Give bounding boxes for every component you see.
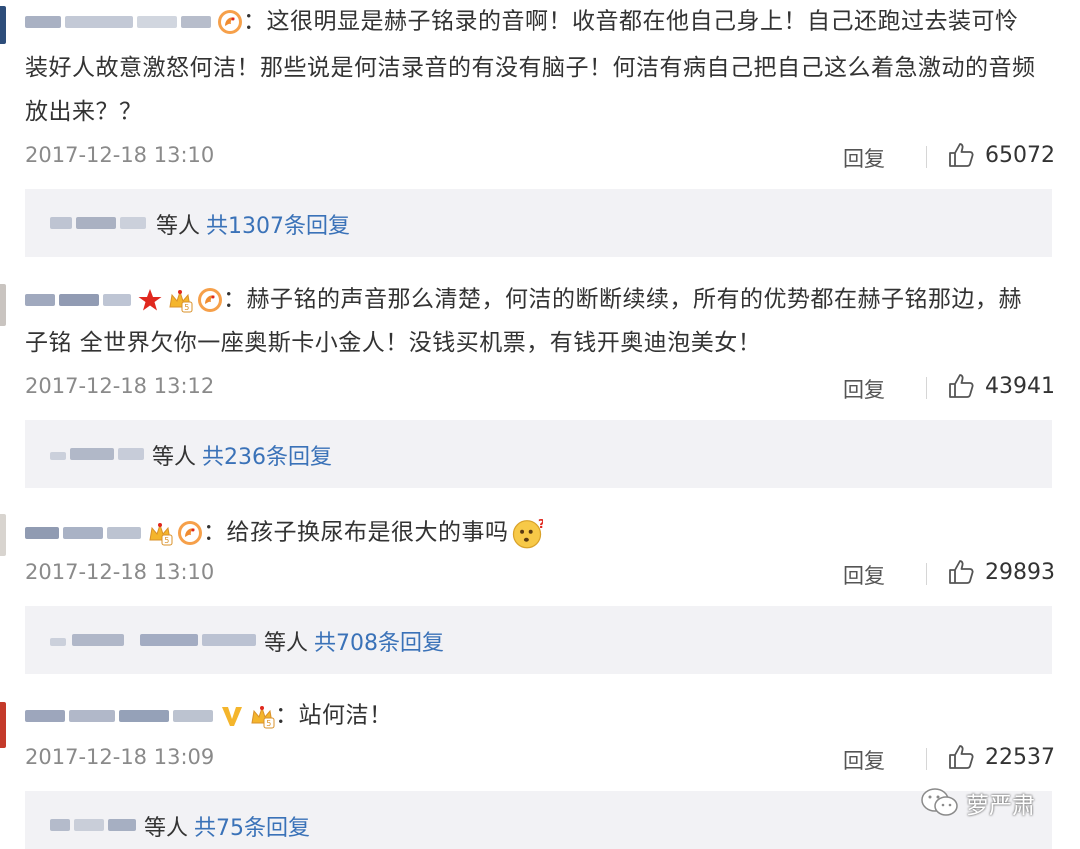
like-count: 29893 (985, 559, 1055, 585)
like-button[interactable]: 29893 (947, 558, 1055, 586)
reply-usernames[interactable] (50, 444, 146, 466)
comment-text-line: ：赫子铭的声音那么清楚，何洁的断断续续，所有的优势都在赫子铭那边，赫 (25, 287, 1022, 313)
reply-total-link[interactable]: 共708条回复 (314, 625, 444, 657)
red-star-icon (138, 289, 162, 311)
svg-text:?: ? (538, 517, 543, 531)
reply-usernames[interactable] (50, 213, 150, 235)
comment-text-line: ：这很明显是赫子铭录的音啊！收音都在他自己身上！自己还跑过去装可怜 (25, 9, 1019, 35)
reply-total-link[interactable]: 共75条回复 (194, 810, 310, 842)
reply-button[interactable]: 回复 (843, 745, 885, 775)
comment-item: ：给孩子换尿布是很大的事吗? 2017-12-18 13:10 回复 29893… (0, 500, 1080, 685)
like-button[interactable]: 43941 (947, 372, 1055, 400)
reply-usernames[interactable] (50, 630, 258, 652)
comment-meta: 2017-12-18 13:12 回复 43941 (25, 372, 1055, 403)
reply-button[interactable]: 回复 (843, 560, 885, 590)
phoenix-badge-icon (177, 520, 203, 546)
crown-badge-icon (147, 520, 173, 546)
thumbs-up-icon (947, 372, 975, 400)
divider (926, 146, 927, 168)
avatar[interactable] (0, 284, 6, 326)
divider (926, 563, 927, 585)
reply-summary[interactable]: 等人 共1307条回复 (25, 189, 1052, 257)
reply-button[interactable]: 回复 (843, 143, 885, 173)
reply-usernames[interactable] (50, 815, 138, 837)
divider (926, 377, 927, 399)
comment-item: ：这很明显是赫子铭录的音啊！收音都在他自己身上！自己还跑过去装可怜 装好人故意激… (0, 0, 1080, 260)
phoenix-badge-icon (217, 9, 243, 35)
comment-text-line: 放出来？？ (25, 99, 143, 125)
verified-v-icon (222, 707, 242, 726)
username[interactable] (25, 523, 143, 543)
confused-face-emoji-icon: ? (512, 517, 543, 549)
comment-text-line: ：给孩子换尿布是很大的事吗? (25, 517, 543, 549)
wechat-icon (921, 788, 958, 816)
like-count: 22537 (985, 744, 1055, 770)
reply-button[interactable]: 回复 (843, 374, 885, 404)
divider (926, 748, 927, 770)
timestamp: 2017-12-18 13:10 (25, 560, 215, 584)
reply-summary[interactable]: 等人 共236条回复 (25, 420, 1052, 488)
thumbs-up-icon (947, 743, 975, 771)
avatar[interactable] (0, 514, 6, 556)
reply-summary[interactable]: 等人 共708条回复 (25, 606, 1052, 674)
comment-text-line: ：站何洁！ (25, 703, 393, 729)
reply-etc-label: 等人 (152, 445, 197, 470)
comment-item: ：站何洁！ 2017-12-18 13:09 回复 22537 等人 共75条回… (0, 690, 1080, 849)
watermark: 萝严肃 (920, 786, 1035, 820)
comment-meta: 2017-12-18 13:09 回复 22537 (25, 743, 1055, 774)
reply-total-link[interactable]: 共1307条回复 (206, 208, 350, 240)
username[interactable] (25, 706, 215, 726)
comment-item: ：赫子铭的声音那么清楚，何洁的断断续续，所有的优势都在赫子铭那边，赫 子铭 全世… (0, 270, 1080, 490)
timestamp: 2017-12-18 13:10 (25, 143, 215, 167)
crown-badge-icon (249, 703, 275, 729)
username[interactable] (25, 290, 133, 310)
reply-etc-label: 等人 (144, 816, 189, 841)
like-button[interactable]: 65072 (947, 141, 1055, 169)
reply-summary[interactable]: 等人 共75条回复 (25, 791, 1052, 849)
thumbs-up-icon (947, 558, 975, 586)
avatar[interactable] (0, 6, 6, 44)
like-button[interactable]: 22537 (947, 743, 1055, 771)
thumbs-up-icon (947, 141, 975, 169)
watermark-text: 萝严肃 (966, 793, 1035, 819)
reply-etc-label: 等人 (156, 214, 201, 239)
like-count: 65072 (985, 142, 1055, 168)
like-count: 43941 (985, 373, 1055, 399)
comment-meta: 2017-12-18 13:10 回复 65072 (25, 141, 1055, 172)
crown-badge-icon (167, 287, 193, 313)
avatar[interactable] (0, 702, 6, 748)
phoenix-badge-icon (197, 287, 223, 313)
username[interactable] (25, 12, 213, 32)
reply-etc-label: 等人 (264, 631, 309, 656)
comment-text-line: 子铭 全世界欠你一座奥斯卡小金人！没钱买机票，有钱开奥迪泡美女！ (25, 330, 762, 356)
comment-text-line: 装好人故意激怒何洁！那些说是何洁录音的有没有脑子！何洁有病自己把自己这么着急激动… (25, 55, 1036, 81)
reply-total-link[interactable]: 共236条回复 (202, 439, 332, 471)
timestamp: 2017-12-18 13:12 (25, 374, 215, 398)
comment-meta: 2017-12-18 13:10 回复 29893 (25, 558, 1055, 589)
timestamp: 2017-12-18 13:09 (25, 745, 215, 769)
